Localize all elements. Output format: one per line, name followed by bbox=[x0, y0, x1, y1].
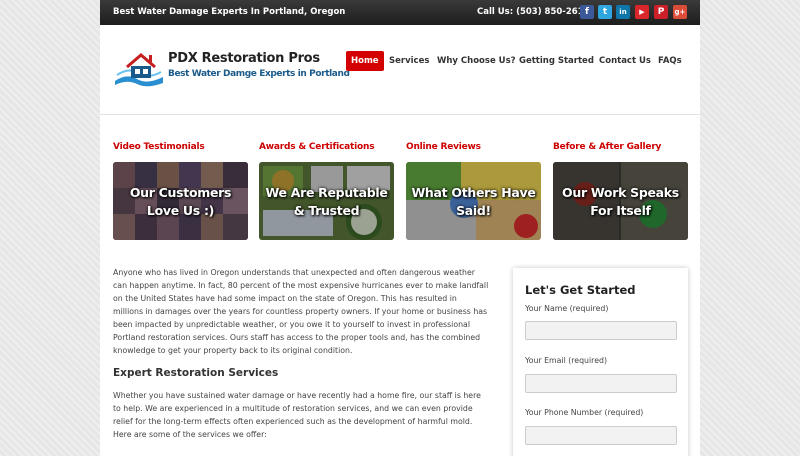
logo-subtitle: Best Water Damge Experts in Portland bbox=[168, 69, 350, 79]
name-field[interactable] bbox=[525, 321, 677, 340]
get-started-form: Let's Get Started Your Name (required) Y… bbox=[513, 268, 688, 456]
nav-faqs[interactable]: FAQs bbox=[658, 51, 682, 71]
email-field[interactable] bbox=[525, 374, 677, 393]
awards-title[interactable]: Awards & Certifications bbox=[259, 142, 375, 152]
page: Best Water Damage Experts In Portland, O… bbox=[100, 0, 700, 456]
awards-caption: We Are Reputable & Trusted bbox=[265, 185, 388, 218]
linkedin-icon[interactable]: in bbox=[616, 5, 630, 19]
gallery-title[interactable]: Before & After Gallery bbox=[553, 142, 661, 152]
google-plus-icon[interactable]: g+ bbox=[673, 5, 687, 19]
nav-contact-us[interactable]: Contact Us bbox=[599, 51, 651, 71]
video-testimonials-caption: Our Customers Love Us :) bbox=[129, 185, 232, 218]
twitter-icon[interactable]: t bbox=[598, 5, 612, 19]
email-field-label: Your Email (required) bbox=[525, 356, 607, 365]
gallery-caption: Our Work Speaks For Itself bbox=[562, 185, 679, 218]
online-reviews-tile[interactable]: What Others Have Said! bbox=[406, 162, 541, 240]
pinterest-icon[interactable]: P bbox=[654, 5, 668, 19]
online-reviews-title[interactable]: Online Reviews bbox=[406, 142, 481, 152]
video-testimonials-title[interactable]: Video Testimonials bbox=[113, 142, 205, 152]
nav-getting-started[interactable]: Getting Started bbox=[519, 51, 594, 71]
intro-paragraph: Anyone who has lived in Oregon understan… bbox=[113, 268, 489, 355]
header: PDX Restoration Pros Best Water Damge Ex… bbox=[100, 25, 700, 115]
facebook-icon[interactable]: f bbox=[580, 5, 594, 19]
top-tagline: Best Water Damage Experts In Portland, O… bbox=[113, 7, 346, 17]
phone-field[interactable] bbox=[525, 426, 677, 445]
video-testimonials-tile[interactable]: Our Customers Love Us :) bbox=[113, 162, 248, 240]
house-logo-icon bbox=[115, 53, 163, 87]
site-logo[interactable]: PDX Restoration Pros Best Water Damge Ex… bbox=[113, 51, 350, 87]
phone-number[interactable]: Call Us: (503) 850-2610 bbox=[477, 7, 589, 17]
phone-field-label: Your Phone Number (required) bbox=[525, 408, 644, 417]
youtube-icon[interactable]: ▶ bbox=[635, 5, 649, 19]
gallery-tile[interactable]: Our Work Speaks For Itself bbox=[553, 162, 688, 240]
nav-services[interactable]: Services bbox=[389, 51, 429, 71]
awards-tile[interactable]: We Are Reputable & Trusted bbox=[259, 162, 394, 240]
nav-why-choose-us[interactable]: Why Choose Us? bbox=[437, 51, 516, 71]
expert-services-heading: Expert Restoration Services bbox=[113, 367, 279, 379]
form-title: Let's Get Started bbox=[525, 283, 636, 297]
nav-home[interactable]: Home bbox=[346, 51, 384, 71]
logo-name: PDX Restoration Pros bbox=[168, 51, 320, 66]
top-bar: Best Water Damage Experts In Portland, O… bbox=[100, 0, 700, 25]
name-field-label: Your Name (required) bbox=[525, 304, 609, 313]
services-paragraph: Whether you have sustained water damage … bbox=[113, 391, 481, 439]
online-reviews-caption: What Others Have Said! bbox=[411, 185, 536, 218]
